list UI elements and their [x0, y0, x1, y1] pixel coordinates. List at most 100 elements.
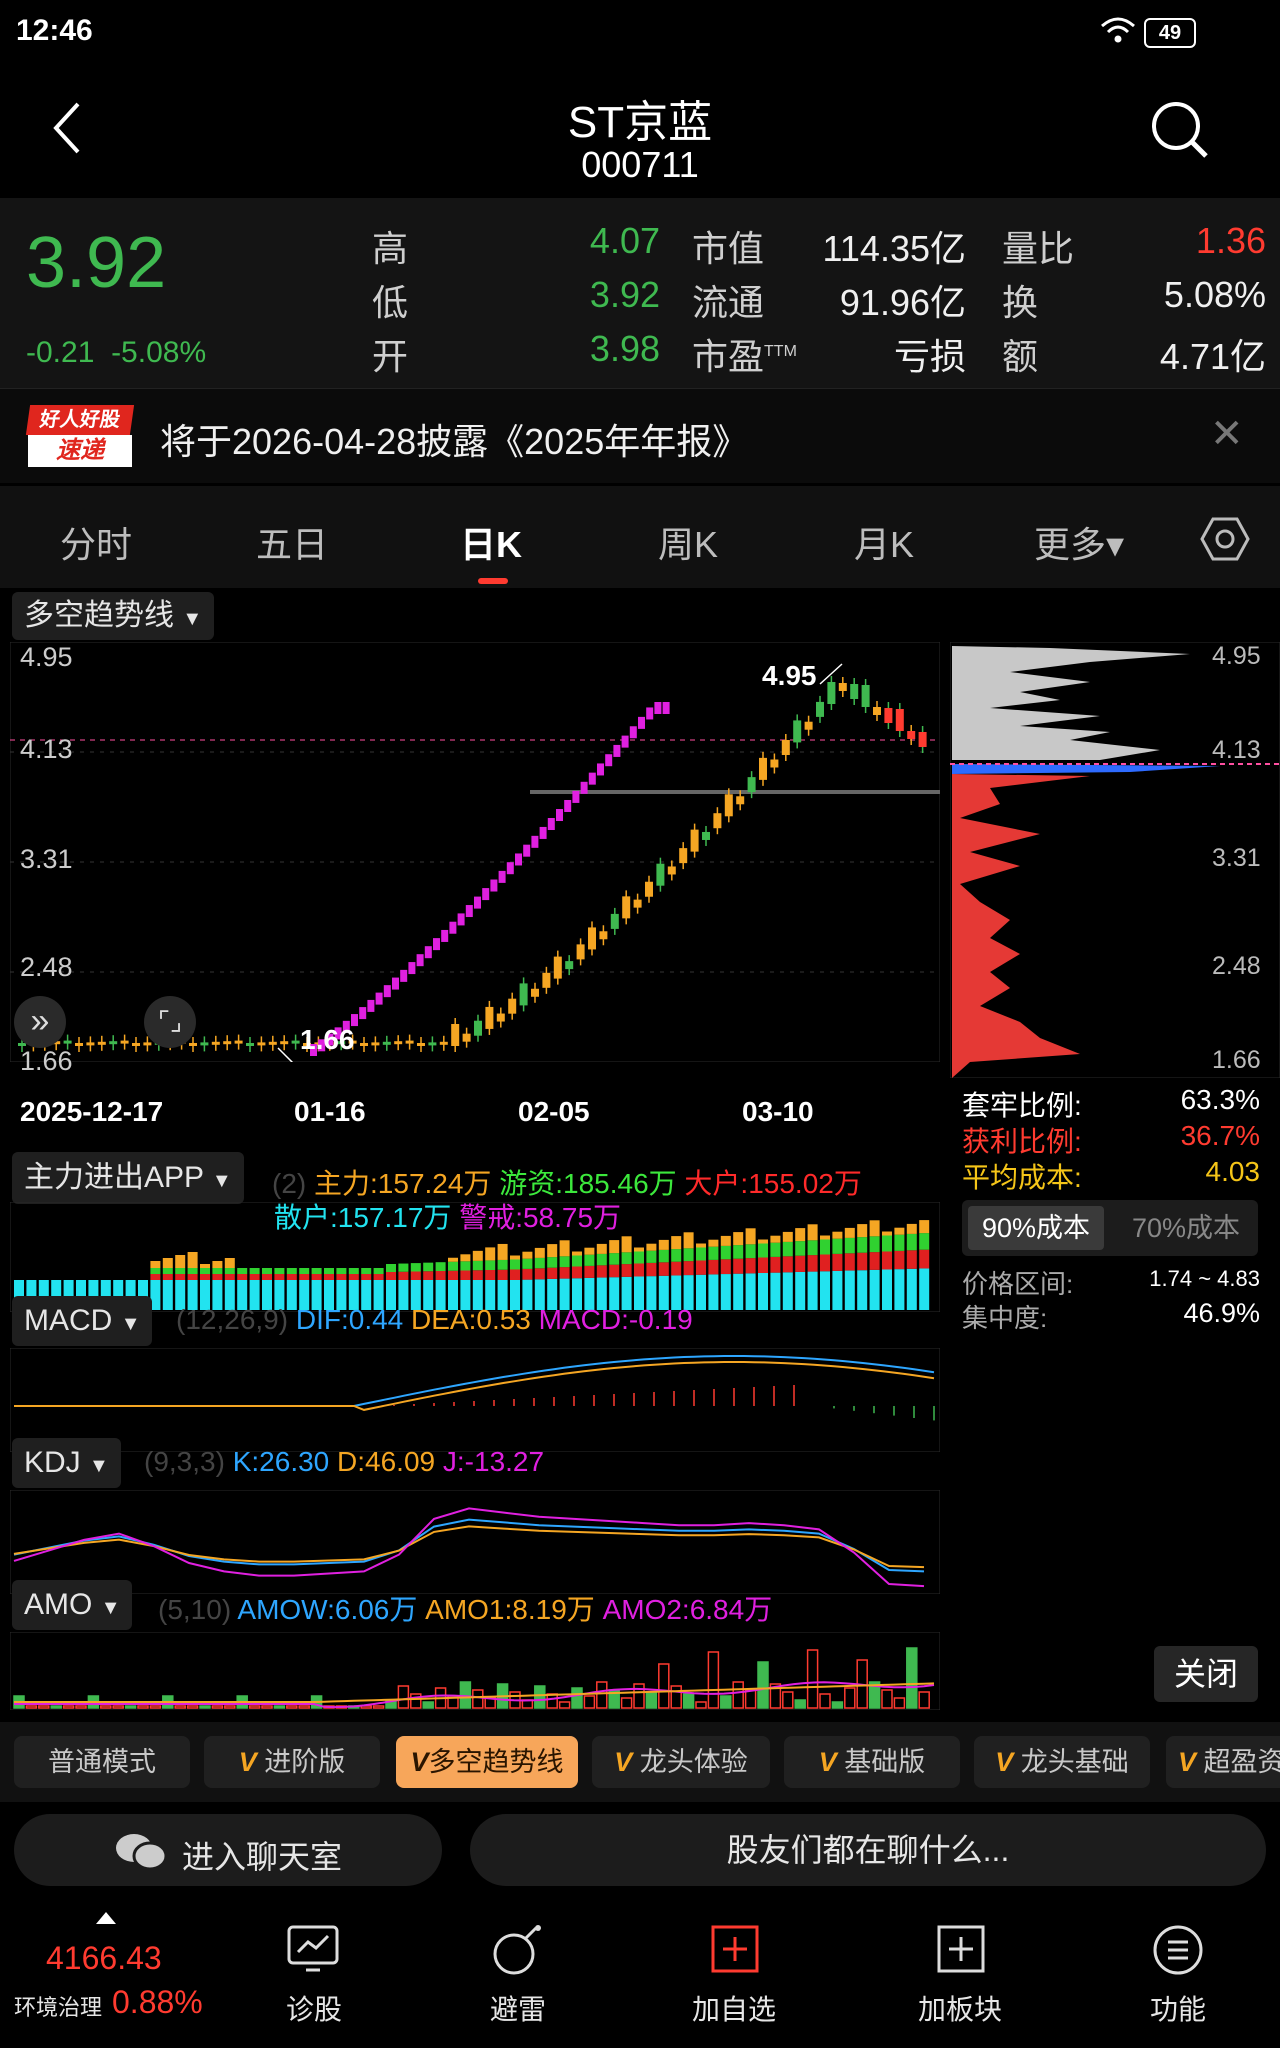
- price-range-value: 1.74 ~ 4.83: [1149, 1266, 1260, 1291]
- menu-icon: [1153, 1925, 1203, 1975]
- main-force-bar: [758, 1239, 768, 1244]
- tab-70-cost[interactable]: 70%成本: [1118, 1206, 1254, 1250]
- volume-ratio-label: 量比: [1002, 228, 1075, 269]
- tab-weekly-k[interactable]: 周K: [658, 516, 718, 568]
- indicator4-name: AMO: [24, 1588, 93, 1621]
- enter-chat-button[interactable]: 进入聊天室: [14, 1814, 442, 1886]
- main-force-bar: [187, 1252, 198, 1268]
- fullscreen-icon[interactable]: ⌜⌟: [144, 996, 196, 1048]
- hot-money-bar: [795, 1241, 806, 1256]
- x-tick-3: 03-10: [742, 1096, 814, 1127]
- search-icon[interactable]: [1148, 98, 1212, 162]
- big-holder-bar: [770, 1256, 781, 1273]
- amo-param: (5,10): [158, 1594, 232, 1625]
- chat-bubble-icon: [116, 1834, 168, 1871]
- amo-bar: [732, 1681, 744, 1709]
- hot-money-bar: [807, 1240, 818, 1256]
- indicator1-selector[interactable]: 主力进出APP ▼: [12, 1152, 244, 1204]
- mode-trend-line[interactable]: V多空趋势线: [396, 1736, 578, 1788]
- pe-label-text: 市盈: [692, 336, 765, 377]
- candle-body: [645, 881, 653, 897]
- amo-bar: [534, 1685, 546, 1709]
- candle-body: [462, 1033, 471, 1042]
- v-badge-icon: V: [238, 1747, 265, 1777]
- nav-add-watchlist[interactable]: 加自选: [674, 1924, 794, 2044]
- mode-basic[interactable]: V 基础版: [784, 1736, 960, 1788]
- settings-icon[interactable]: [1200, 516, 1250, 562]
- hot-money-bar: [696, 1247, 706, 1261]
- trend-line-segment: [383, 985, 391, 998]
- candle-body: [474, 1020, 482, 1036]
- hot-money-bar: [435, 1262, 446, 1271]
- macd-chart: [10, 1348, 940, 1452]
- amo-bar: [645, 1691, 658, 1709]
- tab-monthly-k[interactable]: 月K: [854, 516, 914, 568]
- close-chip-button[interactable]: 关闭: [1154, 1646, 1258, 1702]
- mode-super-profit[interactable]: V 超盈资: [1166, 1736, 1280, 1788]
- amo-bar: [124, 1705, 137, 1709]
- mode-leader-basic[interactable]: V 龙头基础: [974, 1736, 1150, 1788]
- indicator2-selector[interactable]: MACD ▼: [12, 1296, 153, 1346]
- amo-bar: [844, 1687, 856, 1709]
- tab-more[interactable]: 更多▾: [1034, 516, 1124, 568]
- candle-body: [63, 1040, 72, 1044]
- hot-money-bar: [522, 1258, 533, 1269]
- turnover-value: 5.08%: [1163, 274, 1266, 315]
- collapse-icon[interactable]: »: [14, 996, 66, 1048]
- tab-90-cost[interactable]: 90%成本: [968, 1206, 1104, 1250]
- big-holder-bar: [683, 1261, 694, 1276]
- indicator4-selector[interactable]: AMO ▼: [12, 1580, 133, 1630]
- high-value: 4.07: [589, 220, 660, 261]
- trend-line-segment: [597, 763, 604, 776]
- nav-functions[interactable]: 功能: [1118, 1924, 1238, 2044]
- amo-ma-line-2: [14, 1682, 935, 1703]
- mode-normal[interactable]: 普通模式: [14, 1736, 190, 1788]
- main-force-bar: [807, 1224, 818, 1241]
- big-holder-bar: [522, 1268, 533, 1280]
- nav-avoid-risk[interactable]: 避雷: [458, 1924, 578, 2044]
- price-change: -0.21 -5.08%: [26, 336, 206, 370]
- tab-daily-k[interactable]: 日K: [460, 516, 522, 568]
- amo-bar: [372, 1705, 385, 1709]
- big-holder-bar: [249, 1274, 260, 1280]
- tab-intraday[interactable]: 分时: [60, 516, 132, 568]
- hot-money-bar: [782, 1241, 793, 1257]
- hot-money-bar: [175, 1268, 186, 1274]
- big-holder-bar: [795, 1255, 806, 1272]
- v-badge-icon: V: [1178, 1747, 1204, 1777]
- index-value[interactable]: 4166.43: [46, 1940, 162, 1977]
- hot-money-bar: [398, 1263, 409, 1272]
- notice-banner[interactable]: 好人好股 速递 将于2026-04-28披露《2025年年报》 ✕: [0, 388, 1280, 483]
- trend-line-segment: [482, 888, 490, 901]
- nav-diagnose[interactable]: 诊股: [254, 1924, 374, 2044]
- trend-line-segment: [490, 879, 498, 892]
- big-holder-bar: [658, 1262, 669, 1276]
- big-holder-bar: [274, 1274, 285, 1280]
- indicator-selector[interactable]: 多空趋势线 ▼: [12, 592, 215, 640]
- mode-leader-trial[interactable]: V 龙头体验: [592, 1736, 770, 1788]
- amo-bar: [50, 1705, 62, 1709]
- main-force-bar: [596, 1243, 607, 1254]
- tab-five-day[interactable]: 五日: [256, 516, 328, 568]
- close-icon[interactable]: ✕: [1210, 411, 1244, 457]
- main-force-bar: [683, 1232, 694, 1249]
- nav-add-sector[interactable]: 加板块: [900, 1924, 1020, 2044]
- big-holder-bar: [708, 1259, 719, 1275]
- big-holder-bar: [534, 1268, 545, 1280]
- kline-chart[interactable]: [10, 642, 940, 1062]
- amo-bar: [472, 1689, 484, 1709]
- retail-bar: [696, 1274, 706, 1310]
- chip-y-tick-1: 4.13: [1212, 736, 1261, 764]
- pe-value: 亏损: [893, 336, 966, 377]
- main-force-bar: [770, 1235, 781, 1243]
- hot-money-bar: [348, 1268, 359, 1274]
- retail-bar: [882, 1269, 892, 1310]
- mode-advanced[interactable]: V 进阶版: [204, 1736, 380, 1788]
- big-holder-bar: [497, 1269, 508, 1280]
- main-force-bar: [745, 1228, 756, 1245]
- trend-line-segment: [605, 754, 613, 767]
- amo-bar: [658, 1663, 670, 1709]
- retail-bar: [857, 1270, 868, 1310]
- indicator3-selector[interactable]: KDJ ▼: [12, 1438, 121, 1488]
- chat-topic-button[interactable]: 股友们都在聊什么...: [470, 1814, 1266, 1886]
